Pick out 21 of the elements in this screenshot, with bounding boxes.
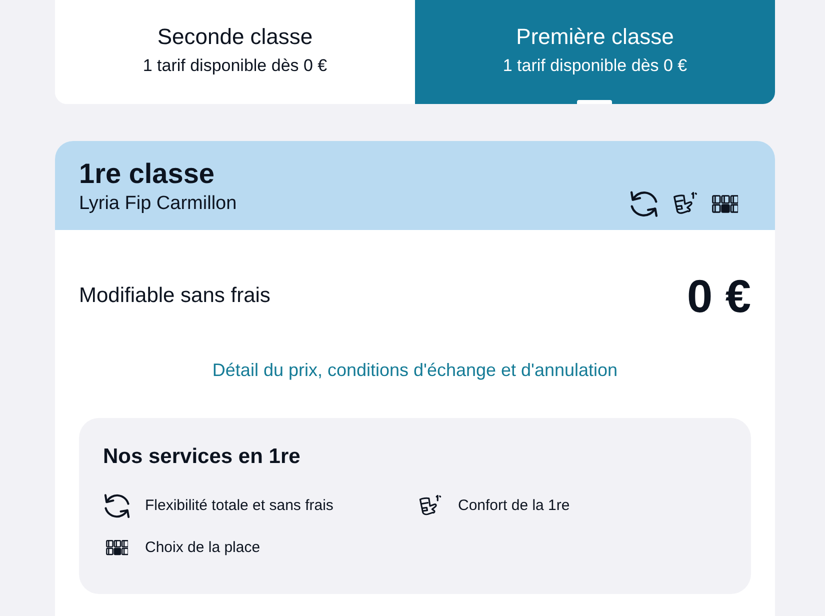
service-label: Choix de la place [145, 538, 260, 558]
train-name: Lyria Fip Carmillon [79, 192, 237, 216]
seat-map-icon [712, 194, 738, 214]
price-details-link[interactable]: Détail du prix, conditions d'échange et d'annulation [212, 358, 618, 382]
seat-icon [672, 191, 698, 217]
fare-condition: Modifiable sans frais [79, 283, 270, 309]
cycle-arrows-icon [630, 190, 658, 218]
tab-fare-info: 1 tarif disponible dès 0 € [142, 56, 328, 76]
services-title: Nos services en 1re [103, 444, 302, 470]
seat-map-icon [106, 540, 128, 556]
tab-title: Première classe [516, 24, 674, 50]
fare-class-tab[interactable]: Première classe 1 tarif disponible dès 0 € [415, 0, 775, 104]
service-label: Confort de la 1re [458, 496, 570, 516]
tab-fare-info: 1 tarif disponible dès 0 € [502, 56, 688, 76]
fare-price: 0 € [687, 270, 751, 322]
tab-title: Seconde classe [157, 24, 313, 50]
fare-class-title: 1re classe [79, 158, 216, 190]
seat-icon [418, 494, 442, 518]
service-label: Flexibilité totale et sans frais [145, 496, 334, 516]
cycle-arrows-icon [104, 493, 130, 519]
selected-tab-indicator [577, 100, 612, 104]
